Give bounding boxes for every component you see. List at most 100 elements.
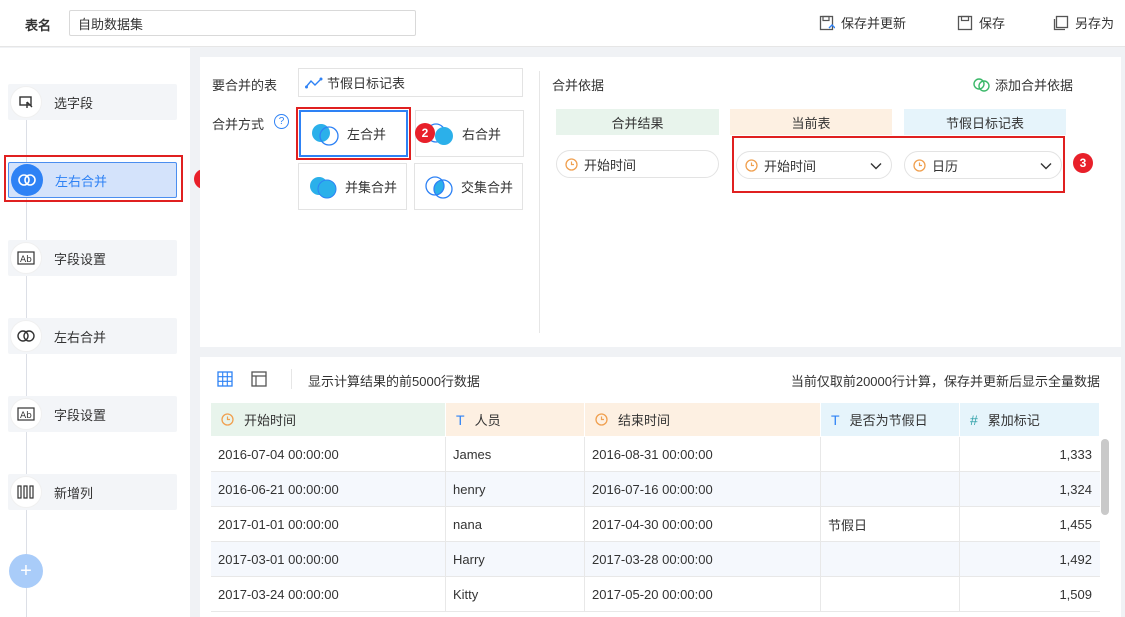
table-row: 2016-06-21 00:00:00 henry 2016-07-16 00:… xyxy=(211,472,1100,507)
number-type-icon: # xyxy=(970,411,978,428)
merge-basis-label: 合并依据 xyxy=(552,78,605,93)
union-join-icon xyxy=(310,176,337,198)
save-and-update-label: 保存并更新 xyxy=(841,16,907,31)
add-step-button[interactable]: + xyxy=(9,554,43,588)
merge-result-column-header: 合并结果 xyxy=(556,109,719,135)
save-label: 保存 xyxy=(979,16,1006,31)
save-icon xyxy=(957,15,973,30)
save-button[interactable]: 保存 xyxy=(957,13,1005,32)
intersect-join-button[interactable]: 交集合并 xyxy=(414,163,523,210)
cell-end-time: 2017-04-30 00:00:00 xyxy=(585,507,821,542)
clock-icon xyxy=(221,413,234,426)
cell-start-time: 2017-03-24 00:00:00 xyxy=(211,577,446,612)
cell-end-time: 2016-08-31 00:00:00 xyxy=(585,437,821,472)
cell-is-holiday xyxy=(821,472,960,507)
step-label: 字段设置 xyxy=(54,407,107,423)
table-name-input[interactable] xyxy=(69,10,416,36)
column-header-label: 结束时间 xyxy=(618,413,671,428)
add-merge-basis-label: 添加合并依据 xyxy=(995,78,1074,93)
save-as-button[interactable]: 另存为 xyxy=(1053,13,1114,32)
cell-start-time: 2017-03-01 00:00:00 xyxy=(211,542,446,577)
step-label: 字段设置 xyxy=(54,251,107,267)
right-join-label: 右合并 xyxy=(462,127,502,142)
cell-is-holiday xyxy=(821,437,960,472)
preview-info-right: 当前仅取前20000行计算，保存并更新后显示全量数据 xyxy=(790,374,1100,389)
step-label: 选字段 xyxy=(54,95,94,111)
svg-text:Ab: Ab xyxy=(20,255,32,265)
cell-cumulative-mark: 1,324 xyxy=(1059,482,1092,497)
column-header-label: 人员 xyxy=(474,413,501,428)
step-select-fields[interactable]: 选字段 xyxy=(8,84,177,120)
merge-result-field[interactable]: 开始时间 xyxy=(556,150,719,178)
cell-end-time: 2016-07-16 00:00:00 xyxy=(585,472,821,507)
column-header-label: 是否为节假日 xyxy=(849,413,928,428)
cell-cumulative-mark: 1,333 xyxy=(1059,447,1092,462)
current-table-column-header: 当前表 xyxy=(730,109,892,135)
step-field-settings[interactable]: Ab 字段设置 xyxy=(8,240,177,276)
cell-person: nana xyxy=(446,507,585,542)
save-as-label: 另存为 xyxy=(1075,16,1115,31)
save-and-update-button[interactable]: 保存并更新 xyxy=(819,13,906,32)
step-left-right-merge-2[interactable]: 左右合并 xyxy=(8,318,177,354)
clock-icon xyxy=(595,413,608,426)
annotation-box-3 xyxy=(732,136,1065,193)
cell-start-time: 2016-06-21 00:00:00 xyxy=(211,472,446,507)
step-add-column[interactable]: 新增列 xyxy=(8,474,177,510)
detail-view-icon[interactable] xyxy=(251,371,267,387)
table-name-label: 表名 xyxy=(25,18,52,33)
help-icon[interactable]: ? xyxy=(274,114,289,129)
data-preview-panel: 显示计算结果的前5000行数据 当前仅取前20000行计算，保存并更新后显示全量… xyxy=(200,357,1121,617)
cell-is-holiday: 节假日 xyxy=(821,507,960,542)
column-header-person[interactable]: T 人员 xyxy=(446,403,585,436)
column-header-cumulative-mark[interactable]: # 累加标记 xyxy=(960,403,1100,436)
add-column-icon xyxy=(10,476,42,508)
table-link-icon xyxy=(305,77,323,88)
grid-view-icon[interactable] xyxy=(217,371,233,387)
cell-end-time: 2017-03-28 00:00:00 xyxy=(585,542,821,577)
table-row: 2017-01-01 00:00:00 nana 2017-04-30 00:0… xyxy=(211,507,1100,542)
text-type-icon: T xyxy=(456,411,465,428)
cell-is-holiday xyxy=(821,542,960,577)
cell-end-time: 2017-05-20 00:00:00 xyxy=(585,577,821,612)
merge-table-selector[interactable]: 节假日标记表 xyxy=(298,68,523,97)
merge-method-label: 合并方式 xyxy=(212,117,265,132)
cell-start-time: 2017-01-01 00:00:00 xyxy=(211,507,446,542)
text-type-icon: T xyxy=(831,411,840,428)
step-label: 新增列 xyxy=(54,485,94,501)
cell-cumulative-mark: 1,455 xyxy=(1059,517,1092,532)
merge-config-panel: 要合并的表 节假日标记表 合并方式 ? 左合并 右合并 并集合并 交集合并 2 … xyxy=(200,57,1121,347)
annotation-box-2 xyxy=(296,107,411,160)
merge-icon xyxy=(10,320,42,352)
cell-person: James xyxy=(446,437,585,472)
add-basis-icon xyxy=(973,77,990,92)
table-row: 2017-03-24 00:00:00 Kitty 2017-05-20 00:… xyxy=(211,577,1100,612)
top-header: 表名 保存并更新 保存 另存为 xyxy=(0,0,1125,47)
cell-start-time: 2016-07-04 00:00:00 xyxy=(211,437,446,472)
column-header-start-time[interactable]: 开始时间 xyxy=(211,403,446,436)
save-update-icon xyxy=(819,15,835,30)
cell-person: henry xyxy=(446,472,585,507)
step-label: 左右合并 xyxy=(54,329,107,345)
cell-cumulative-mark: 1,509 xyxy=(1059,587,1092,602)
column-header-end-time[interactable]: 结束时间 xyxy=(585,403,821,436)
annotation-badge-3: 3 xyxy=(1073,153,1093,173)
holiday-table-column-header: 节假日标记表 xyxy=(904,109,1066,135)
merge-table-label: 要合并的表 xyxy=(212,78,278,93)
merge-result-field-label: 开始时间 xyxy=(584,157,637,173)
annotation-box-1 xyxy=(4,155,183,202)
field-settings-icon: Ab xyxy=(10,242,42,274)
merge-table-value: 节假日标记表 xyxy=(327,76,406,91)
select-field-icon xyxy=(10,86,42,118)
toolbar-separator xyxy=(291,369,292,389)
step-field-settings-2[interactable]: Ab 字段设置 xyxy=(8,396,177,432)
grid-scrollbar[interactable] xyxy=(1101,439,1109,515)
add-merge-basis-button[interactable]: 添加合并依据 xyxy=(973,75,1073,94)
cell-person: Harry xyxy=(446,542,585,577)
intersect-join-icon xyxy=(425,175,453,199)
column-header-is-holiday[interactable]: T 是否为节假日 xyxy=(821,403,960,436)
preview-info-left: 显示计算结果的前5000行数据 xyxy=(308,374,480,389)
column-header-label: 开始时间 xyxy=(244,413,297,428)
union-join-button[interactable]: 并集合并 xyxy=(298,163,407,210)
annotation-badge-2: 2 xyxy=(415,123,435,143)
panel-divider xyxy=(539,71,540,333)
